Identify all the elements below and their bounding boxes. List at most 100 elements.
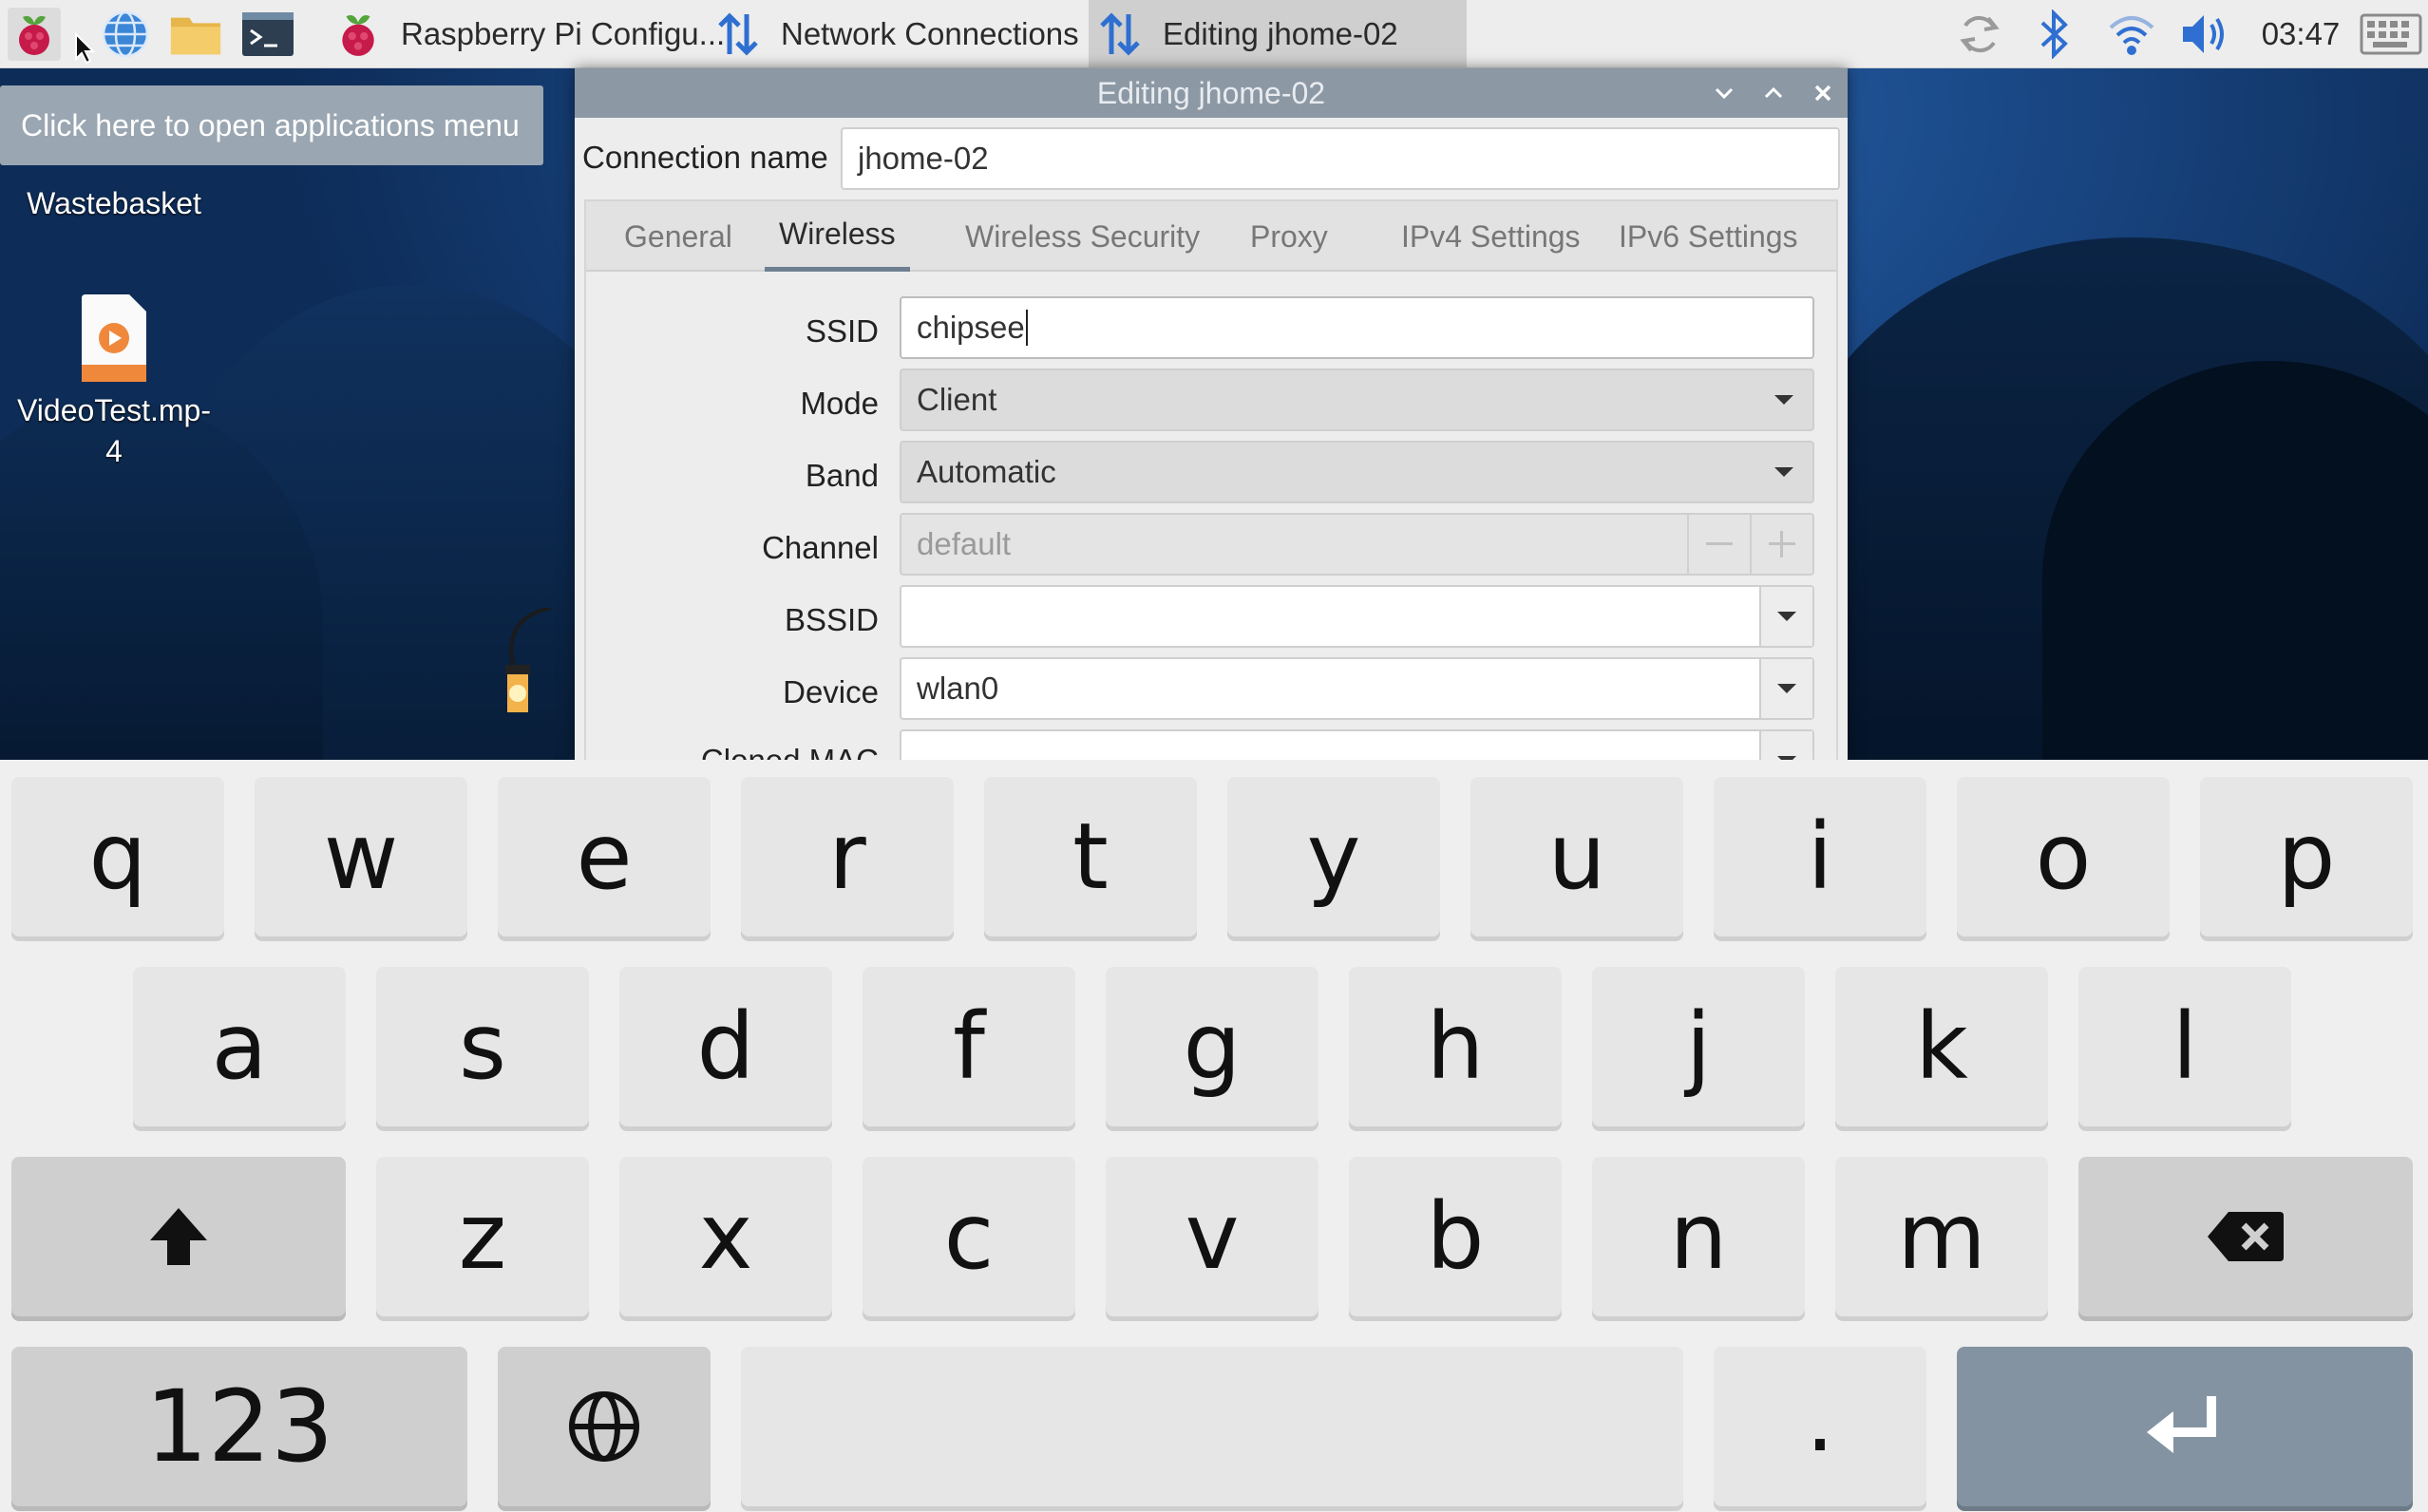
backspace-key[interactable] (2078, 1157, 2413, 1316)
tab-wireless-security[interactable]: Wireless Security (951, 201, 1214, 272)
close-button[interactable] (1806, 76, 1840, 110)
channel-spinbox[interactable]: default (900, 513, 1814, 576)
band-label: Band (805, 458, 879, 493)
globe-icon (569, 1391, 639, 1462)
key-h[interactable]: h (1349, 967, 1562, 1126)
key-y[interactable]: y (1227, 777, 1440, 936)
period-key[interactable]: . (1714, 1347, 1926, 1506)
key-e[interactable]: e (498, 777, 711, 936)
task-raspberry-config[interactable]: Raspberry Pi Configu... (334, 0, 725, 68)
cloned-mac-combo-entry[interactable] (900, 729, 1814, 760)
key-b[interactable]: b (1349, 1157, 1562, 1316)
key-l[interactable]: l (2078, 967, 2291, 1126)
key-m[interactable]: m (1835, 1157, 2048, 1316)
wifi-icon[interactable] (2105, 9, 2158, 59)
key-w[interactable]: w (255, 777, 467, 936)
plus-icon (1769, 531, 1795, 558)
dialog-title-bar[interactable]: Editing jhome-02 (575, 68, 1848, 118)
key-f[interactable]: f (863, 967, 1075, 1126)
dialog-title: Editing jhome-02 (1096, 75, 1326, 110)
key-x[interactable]: x (619, 1157, 832, 1316)
update-icon[interactable] (1953, 9, 2006, 59)
shift-key[interactable] (11, 1157, 346, 1316)
clock[interactable]: 03:47 (2253, 9, 2348, 59)
cloned-mac-dropdown-button[interactable] (1759, 731, 1812, 760)
key-p[interactable]: p (2200, 777, 2413, 936)
taskbar: Raspberry Pi Configu... Network Connecti… (0, 0, 2428, 68)
videotest-label-line1: VideoTest.mp- (17, 393, 211, 427)
tab-bar: General Wireless Wireless Security Proxy… (586, 201, 1836, 272)
task-label: Editing jhome-02 (1163, 16, 1398, 51)
key-i[interactable]: i (1714, 777, 1926, 936)
channel-increment-button[interactable] (1750, 515, 1812, 574)
key-j[interactable]: j (1592, 967, 1805, 1126)
lantern-decoration (505, 608, 552, 712)
key-t[interactable]: t (984, 777, 1197, 936)
key-c[interactable]: c (863, 1157, 1075, 1316)
bluetooth-icon[interactable] (2027, 9, 2080, 59)
tab-wireless[interactable]: Wireless (765, 201, 910, 272)
task-label: Raspberry Pi Configu... (401, 16, 726, 51)
key-u[interactable]: u (1470, 777, 1683, 936)
task-editing-connection[interactable]: Editing jhome-02 (1089, 0, 1467, 68)
connection-name-field[interactable]: jhome-02 (841, 127, 1840, 190)
mode-value: Client (917, 382, 997, 417)
tab-ipv4-settings[interactable]: IPv4 Settings (1387, 201, 1595, 272)
key-k[interactable]: k (1835, 967, 2048, 1126)
key-q[interactable]: q (11, 777, 224, 936)
key-v[interactable]: v (1106, 1157, 1318, 1316)
band-dropdown[interactable]: Automatic (900, 441, 1814, 503)
enter-key[interactable] (1957, 1347, 2413, 1506)
minimize-button[interactable] (1707, 76, 1741, 110)
settings-notebook: General Wireless Wireless Security Proxy… (584, 199, 1838, 760)
web-browser-icon[interactable] (99, 8, 152, 61)
channel-value: default (917, 526, 1012, 561)
tab-proxy[interactable]: Proxy (1236, 201, 1342, 272)
key-z[interactable]: z (376, 1157, 589, 1316)
bssid-combo-entry[interactable] (900, 585, 1814, 648)
band-value: Automatic (917, 454, 1056, 489)
key-s[interactable]: s (376, 967, 589, 1126)
device-combo-entry[interactable]: wlan0 (900, 657, 1814, 720)
shift-arrow-icon (150, 1208, 207, 1265)
task-label: Network Connections (781, 16, 1079, 51)
network-arrows-icon (1096, 10, 1144, 58)
wastebasket-label[interactable]: Wastebasket (0, 186, 228, 221)
language-key[interactable] (498, 1347, 711, 1506)
volume-icon[interactable] (2175, 9, 2236, 59)
file-manager-icon[interactable] (169, 8, 222, 61)
terminal-icon[interactable] (241, 8, 294, 61)
channel-label: Channel (762, 530, 879, 565)
cursor-icon (75, 32, 95, 65)
tab-general[interactable]: General (610, 201, 747, 272)
key-d[interactable]: d (619, 967, 832, 1126)
mode-label: Mode (800, 386, 879, 421)
chevron-down-icon (1715, 87, 1734, 100)
bssid-dropdown-button[interactable] (1759, 587, 1812, 646)
dropdown-arrow-icon (1777, 612, 1796, 621)
virtual-keyboard-icon[interactable] (2358, 9, 2424, 59)
channel-decrement-button[interactable] (1687, 515, 1750, 574)
key-a[interactable]: a (133, 967, 346, 1126)
dropdown-arrow-icon (1765, 381, 1803, 419)
key-g[interactable]: g (1106, 967, 1318, 1126)
app-menu-tooltip: Click here to open applications menu (0, 85, 543, 165)
space-key[interactable] (741, 1347, 1683, 1506)
maximize-button[interactable] (1756, 76, 1791, 110)
raspberry-menu-icon[interactable] (8, 8, 61, 61)
device-dropdown-button[interactable] (1759, 659, 1812, 718)
video-file-icon[interactable] (80, 293, 148, 384)
key-r[interactable]: r (741, 777, 954, 936)
task-network-connections[interactable]: Network Connections (714, 0, 1079, 68)
mode-dropdown[interactable]: Client (900, 369, 1814, 431)
dropdown-arrow-icon (1765, 453, 1803, 491)
ssid-field[interactable]: chipsee (900, 296, 1814, 359)
numbers-key[interactable]: 123 (11, 1347, 467, 1506)
key-o[interactable]: o (1957, 777, 2170, 936)
text-cursor (1025, 310, 1028, 346)
key-n[interactable]: n (1592, 1157, 1805, 1316)
backspace-icon (2208, 1212, 2284, 1261)
videotest-label[interactable]: VideoTest.mp- 4 (0, 393, 228, 469)
edit-connection-dialog: Editing jhome-02 Connection name jhome-0… (575, 68, 1848, 760)
tab-ipv6-settings[interactable]: IPv6 Settings (1604, 201, 1812, 272)
